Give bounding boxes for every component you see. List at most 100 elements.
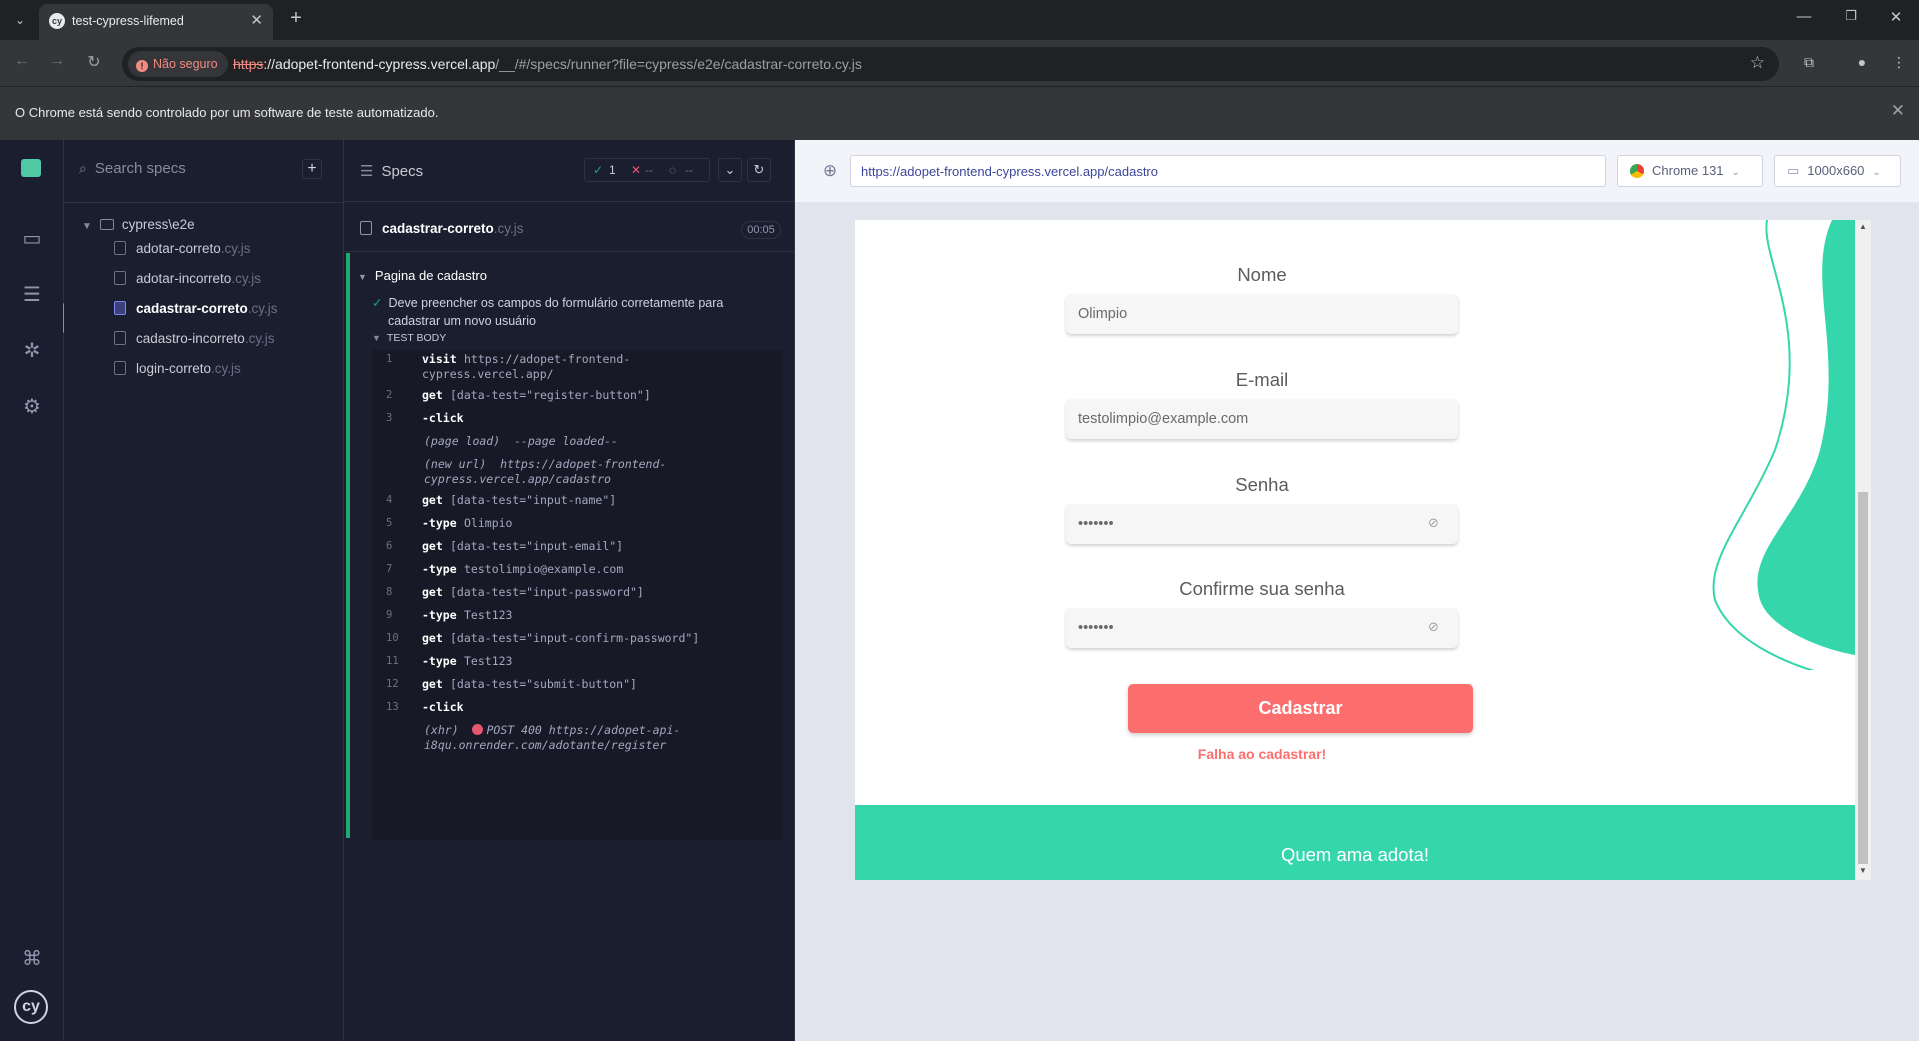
command-arg: [data-test="submit-button"]	[450, 677, 637, 691]
suite-title[interactable]: ▼ Pagina de cadastro	[358, 268, 487, 283]
check-icon: ✓	[372, 296, 383, 310]
file-ext: .cy.js	[244, 331, 275, 346]
runs-icon[interactable]: ▭	[17, 224, 47, 254]
command-name: get	[422, 631, 443, 645]
address-bar[interactable]: ! Não seguro https://adopet-frontend-cypr…	[122, 47, 1779, 81]
email-value: testolimpio@example.com	[1078, 411, 1249, 427]
spec-file-item[interactable]: login-correto.cy.js	[114, 361, 334, 376]
xhr-request: i8qu.onrender.com/adotante/register	[424, 738, 667, 752]
settings-gear-icon[interactable]: ⚙	[17, 392, 47, 422]
email-input[interactable]: testolimpio@example.com	[1066, 399, 1458, 439]
scroll-down-icon[interactable]: ▼	[1859, 866, 1867, 875]
duration-badge: 00:05	[741, 221, 781, 239]
command-number: 1	[386, 353, 393, 365]
pending-icon: ◌	[669, 163, 677, 177]
command-arg: testolimpio@example.com	[464, 562, 624, 576]
file-name: adotar-incorreto	[136, 271, 232, 286]
password-input[interactable]: ••••••• ⊘	[1066, 504, 1458, 544]
menu-icon[interactable]: ⋮	[1888, 54, 1910, 74]
test-body-label[interactable]: ▼ TEST BODY	[372, 332, 446, 344]
selector-playground-icon[interactable]: ⊕	[815, 156, 845, 186]
command-number: 11	[386, 655, 399, 667]
command-number: 9	[386, 609, 393, 621]
event-text: cypress.vercel.app/cadastro	[424, 472, 611, 486]
not-secure-chip[interactable]: ! Não seguro	[128, 51, 228, 77]
command-number: 4	[386, 494, 393, 506]
password-label: Senha	[1235, 474, 1289, 495]
file-icon	[114, 301, 126, 315]
scroll-up-icon[interactable]: ▲	[1859, 222, 1867, 231]
refresh-icon: ↻	[753, 162, 765, 177]
reporter-panel: ☰ Specs ✓ 1 ✕ -- ◌ -- ⌄ ↻ cadastrar-corre…	[344, 140, 795, 1041]
spec-folder[interactable]: ▼ cypress\e2e	[82, 217, 195, 232]
project-icon[interactable]	[21, 159, 41, 177]
bookmark-star-icon[interactable]: ☆	[1750, 53, 1765, 73]
test-title[interactable]: ✓ Deve preencher os campos do formulário …	[372, 294, 752, 330]
aut-url-bar: https://adopet-frontend-cypress.vercel.a…	[850, 155, 1606, 187]
rerun-button[interactable]: ↻	[747, 158, 771, 182]
extensions-icon[interactable]: ⧉	[1798, 54, 1820, 74]
automation-infobar: O Chrome está sendo controlado por um so…	[0, 86, 1919, 140]
folder-name: cypress\e2e	[121, 217, 195, 232]
search-specs[interactable]: ⌕ Search specs	[79, 160, 186, 177]
command-log: 1 visit https://adopet-frontend-cypress.ve…	[372, 350, 782, 840]
reload-icon[interactable]: ↻	[82, 52, 106, 72]
error-message: Falha ao cadastrar!	[1197, 746, 1327, 762]
passed-icon: ✓	[593, 163, 604, 177]
back-icon[interactable]: ←	[10, 52, 34, 70]
viewport-selector[interactable]: ▭ 1000x660 ⌄	[1774, 155, 1901, 187]
aut-scrollbar[interactable]: ▲ ▼	[1855, 220, 1871, 880]
restore-icon[interactable]: ❐	[1831, 8, 1871, 24]
not-secure-label: Não seguro	[153, 57, 218, 71]
command-name: get	[422, 677, 443, 691]
command-name: get	[422, 388, 443, 402]
browser-selector[interactable]: Chrome 131 ⌄	[1617, 155, 1763, 187]
spec-file-item-active[interactable]: cadastrar-correto.cy.js	[114, 301, 334, 316]
collapse-button[interactable]: ⌄	[718, 158, 742, 182]
spec-file-item[interactable]: adotar-correto.cy.js	[114, 241, 334, 256]
command-name: -type	[422, 562, 457, 576]
cypress-favicon-icon: cy	[49, 13, 65, 29]
cypress-side-nav: ▭ ☰ ✲ ⚙ ⌘ cy	[0, 140, 66, 1041]
url-path: /__/#/specs/runner?file=cypress/e2e/cada…	[495, 56, 862, 72]
command-name: -type	[422, 608, 457, 622]
new-spec-button[interactable]: +	[302, 159, 322, 179]
specs-toggle[interactable]: ☰ Specs	[360, 162, 423, 180]
debug-icon[interactable]: ✲	[17, 336, 47, 366]
submit-button[interactable]: Cadastrar	[1128, 684, 1473, 733]
keyboard-shortcuts-icon[interactable]: ⌘	[17, 944, 47, 974]
confirm-password-input[interactable]: ••••••• ⊘	[1066, 608, 1458, 648]
name-input[interactable]: Olimpio	[1066, 294, 1458, 334]
file-ext: .cy.js	[231, 271, 262, 286]
close-window-icon[interactable]: ✕	[1876, 8, 1916, 26]
command-name: -type	[422, 654, 457, 668]
chevron-down-icon: ▼	[372, 333, 381, 343]
failed-count: --	[645, 163, 653, 177]
spec-file-item[interactable]: cadastro-incorreto.cy.js	[114, 331, 334, 346]
eye-slash-icon[interactable]: ⊘	[1428, 516, 1446, 530]
test-stats: ✓ 1 ✕ -- ◌ --	[584, 158, 710, 182]
file-ext: .cy.js	[220, 241, 251, 256]
cypress-app: ▭ ☰ ✲ ⚙ ⌘ cy ⌕ Search specs + ▼ cypress\e2…	[0, 140, 1919, 1041]
name-value: Olimpio	[1078, 306, 1128, 322]
minimize-icon[interactable]: —	[1784, 8, 1824, 25]
spec-ext: .cy.js	[493, 221, 524, 236]
browser-tab[interactable]: cy test-cypress-lifemed ✕	[39, 4, 273, 40]
eye-slash-icon[interactable]: ⊘	[1428, 620, 1446, 634]
spec-file-item[interactable]: adotar-incorreto.cy.js	[114, 271, 334, 286]
specs-icon[interactable]: ☰	[17, 280, 47, 310]
new-tab-icon[interactable]: +	[284, 7, 308, 30]
tab-search-icon[interactable]: ⌄	[8, 9, 32, 31]
profile-icon[interactable]: ●	[1851, 54, 1873, 74]
url-scheme: https	[233, 56, 264, 72]
chevron-down-icon: ▼	[82, 221, 92, 232]
forward-icon[interactable]: →	[45, 52, 69, 70]
confirm-password-label: Confirme sua senha	[1179, 578, 1345, 599]
close-infobar-icon[interactable]: ✕	[1891, 101, 1905, 121]
close-tab-icon[interactable]: ✕	[250, 11, 263, 29]
sidebar-toggle-icon: ☰	[360, 163, 374, 180]
file-icon	[114, 241, 126, 255]
error-dot-icon	[472, 724, 484, 735]
scroll-thumb[interactable]	[1858, 492, 1868, 864]
password-value: •••••••	[1078, 516, 1114, 532]
